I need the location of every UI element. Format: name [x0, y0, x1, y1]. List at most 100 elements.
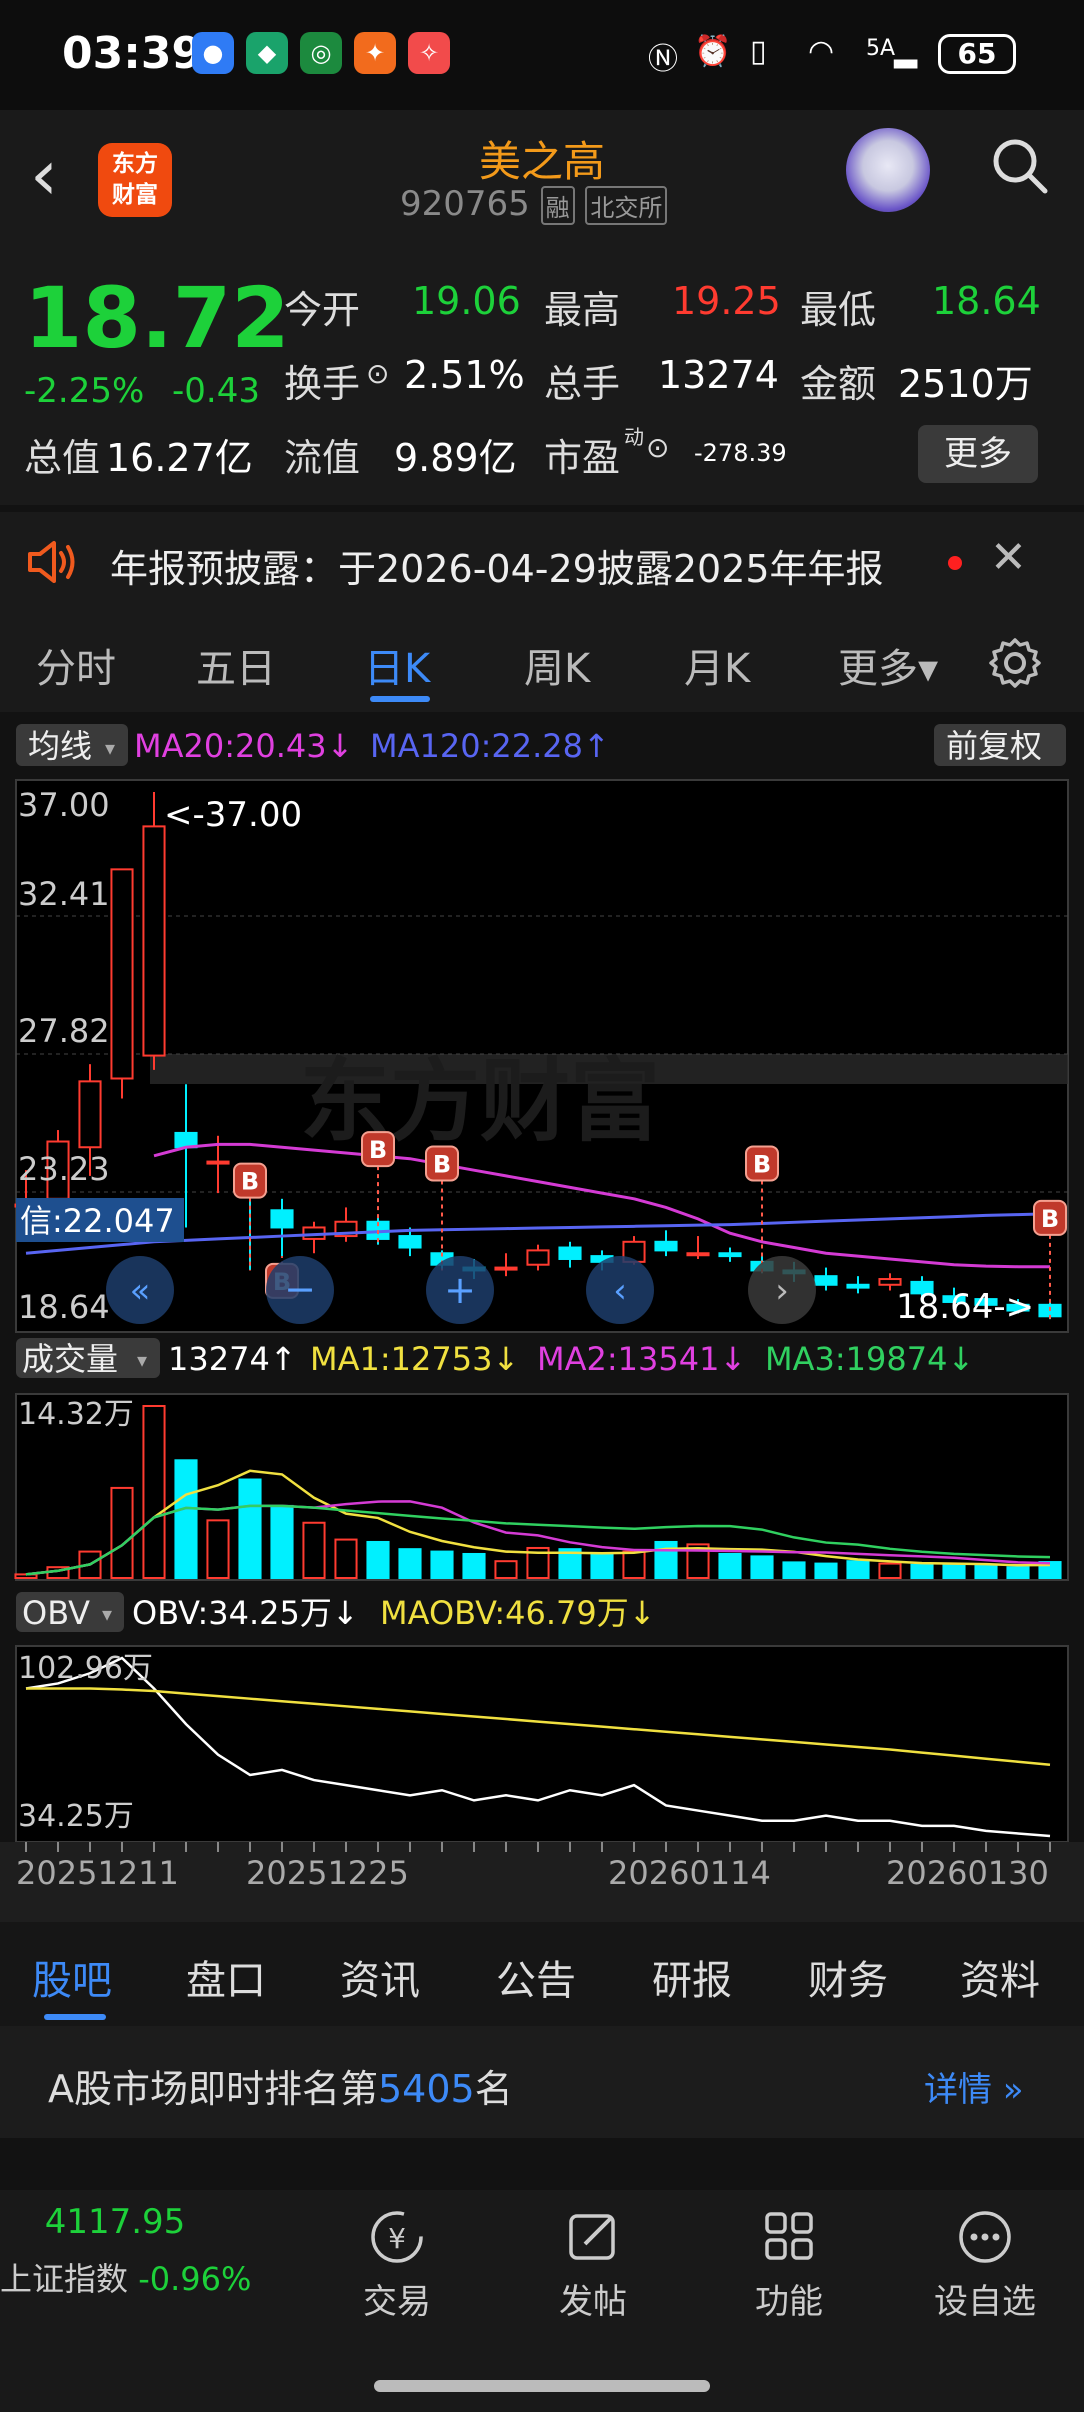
maobv-value: MAOBV:46.79万↓ [380, 1594, 656, 1632]
assistant-robot-icon[interactable] [846, 128, 930, 212]
nav-add-watchlist-label: 设自选 [934, 2282, 1036, 2322]
tab-finance[interactable]: 财务 [808, 1948, 888, 2006]
volume-bar [494, 1560, 518, 1580]
volume-ma1: MA1:12753↓ [310, 1340, 519, 1378]
svg-text:›: › [775, 1271, 789, 1311]
tab-guba[interactable]: 股吧 [32, 1948, 112, 2006]
volume-bar [974, 1564, 998, 1580]
obv-panel [15, 1645, 1069, 1843]
bank-app-icon: ◆ [246, 32, 288, 74]
b-marker-label: B [1041, 1205, 1059, 1233]
tab-weekly-k[interactable]: 周K [524, 636, 590, 694]
turnover-info-icon[interactable]: ⊙ [366, 357, 389, 390]
chart-tabs: 分时 五日 日K 周K 月K 更多▾ [0, 612, 1084, 712]
candle [846, 1283, 870, 1289]
obv-bottom-tick: 34.25万 [18, 1799, 134, 1834]
low-label: 最低 [800, 288, 877, 332]
finance-app-icon: ✧ [408, 32, 450, 74]
scroll-left-fast-button[interactable]: « [106, 1256, 174, 1324]
notice-bar[interactable]: 年报预披露：于2026-04-29披露2025年年报 ✕ [0, 512, 1084, 612]
market-rank-row[interactable]: A股市场即时排名第5405名 详情 » [0, 2026, 1084, 2138]
current-price: 18.72 [24, 269, 290, 367]
tab-five-day[interactable]: 五日 [196, 636, 276, 694]
margin-tag: 融 [540, 186, 575, 225]
svg-text:«: « [130, 1271, 151, 1311]
home-indicator [374, 2380, 710, 2392]
active-tab-indicator [370, 696, 430, 702]
price-tick-3: 23.23 [18, 1150, 110, 1188]
nav-post-label: 发帖 [559, 2282, 627, 2322]
alarm-icon: ⏰ [694, 34, 732, 69]
close-icon[interactable]: ✕ [990, 532, 1027, 583]
volume-bar [654, 1540, 678, 1580]
zoom-out-button[interactable]: − [266, 1256, 334, 1324]
tab-profile[interactable]: 资料 [960, 1948, 1040, 2006]
svg-text:¥: ¥ [388, 2222, 406, 2255]
volume-ma2: MA2:13541↓ [537, 1340, 746, 1378]
change-value: -0.43 [172, 371, 260, 411]
more-button[interactable]: 更多 [918, 425, 1038, 483]
network-label: 5A [866, 36, 896, 61]
tab-monthly-k[interactable]: 月K [684, 636, 750, 694]
open-value: 19.06 [412, 279, 521, 323]
volume-bar [814, 1562, 838, 1580]
signal-icon: ▂ [894, 34, 918, 69]
b-marker-label: B [433, 1150, 451, 1178]
nav-trade[interactable]: ¥ 交易 [332, 2208, 462, 2323]
volume-value: 13274 [658, 353, 779, 397]
nav-functions[interactable]: 功能 [724, 2208, 854, 2323]
scroll-right-button[interactable]: › [748, 1256, 816, 1324]
tab-research[interactable]: 研报 [652, 1948, 732, 2006]
tab-pankou[interactable]: 盘口 [186, 1948, 266, 2006]
candle [398, 1235, 422, 1249]
rank-detail-link[interactable]: 详情 » [924, 2062, 1024, 2111]
volume-ma3: MA3:19874↓ [765, 1340, 974, 1378]
volume-bar [142, 1405, 166, 1579]
pe-value: -278.39 [694, 439, 787, 467]
exchange-tag: 北交所 [585, 186, 668, 225]
tab-intraday[interactable]: 分时 [36, 636, 116, 694]
info-tabs: 股吧 盘口 资讯 公告 研报 财务 资料 [0, 1922, 1084, 2026]
volume-bar [622, 1550, 646, 1580]
zoom-in-button[interactable]: + [426, 1256, 494, 1324]
tab-more[interactable]: 更多▾ [838, 636, 938, 694]
low-value: 18.64 [932, 279, 1041, 323]
candle [142, 825, 166, 1057]
candle [718, 1252, 742, 1258]
nav-add-watchlist[interactable]: 设自选 [920, 2208, 1050, 2323]
volume-bar [878, 1562, 902, 1580]
chart-settings-gear-icon[interactable] [988, 636, 1042, 690]
ma-dropdown-icon: ▾ [105, 736, 115, 760]
message-app-icon: ● [192, 32, 234, 74]
price-tick-4: 18.64 [18, 1288, 110, 1326]
pe-info-icon[interactable]: ⊙ [646, 431, 669, 464]
x-label-0: 20251211 [16, 1854, 179, 1892]
search-icon[interactable] [990, 136, 1050, 196]
tab-announcement[interactable]: 公告 [496, 1948, 576, 2006]
volume-label: 总手 [544, 362, 621, 406]
index-widget[interactable]: 4117.95 上证指数 -0.96% [0, 2202, 251, 2300]
quote-panel: 18.72 -2.25% -0.43 今开 19.06 最高 19.25 最低 … [0, 255, 1084, 505]
volume-bar [366, 1540, 390, 1580]
volume-top-tick: 14.32万 [18, 1397, 134, 1432]
b-marker-label: B [753, 1150, 771, 1178]
speaker-icon [28, 541, 75, 583]
min-price-marker: 18.64-> [896, 1287, 1034, 1327]
candle [270, 1209, 294, 1229]
volume-bar [174, 1459, 198, 1580]
nav-post[interactable]: 发帖 [528, 2208, 658, 2323]
kline-svg[interactable]: 均线 ▾ MA20:20.43↓ MA120:22.28↑ 前复权 东方财富 B… [0, 712, 1084, 1922]
obv-top-tick: 102.96万 [18, 1651, 153, 1686]
tab-news[interactable]: 资讯 [340, 1948, 420, 2006]
agri-bank-icon: ◎ [300, 32, 342, 74]
kline-chart[interactable]: 均线 ▾ MA20:20.43↓ MA120:22.28↑ 前复权 东方财富 B… [0, 712, 1084, 1922]
adjust-button[interactable]: 前复权 [946, 727, 1042, 765]
svg-text:−: − [284, 1267, 316, 1311]
scroll-left-button[interactable]: ‹ [586, 1256, 654, 1324]
tab-daily-k[interactable]: 日K [364, 636, 430, 694]
volume-bar [846, 1560, 870, 1580]
volume-bar [718, 1552, 742, 1580]
nav-trade-label: 交易 [363, 2282, 431, 2322]
x-label-3: 20260130 [886, 1854, 1049, 1892]
mktcap-value: 16.27亿 [106, 436, 253, 480]
